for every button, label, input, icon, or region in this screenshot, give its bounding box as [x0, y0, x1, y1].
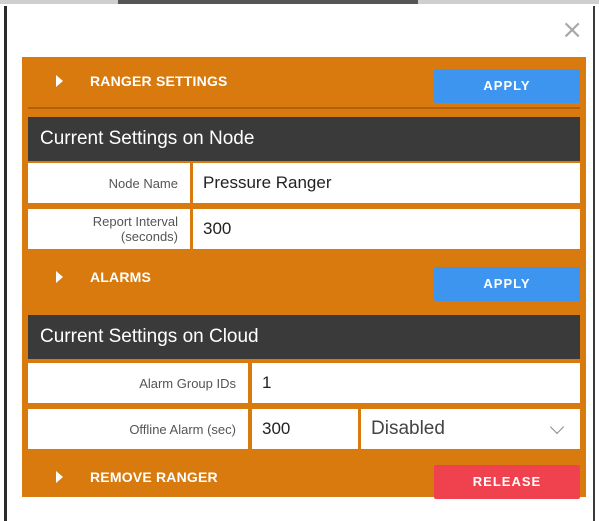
offline-alarm-row: Offline Alarm (sec) 300 Disabled	[28, 409, 580, 453]
alarms-apply-button[interactable]: APPLY	[434, 267, 580, 301]
divider	[28, 107, 580, 109]
node-settings-heading-text: Current Settings on Node	[40, 128, 255, 149]
report-interval-label-line2: (seconds)	[120, 229, 178, 244]
offline-alarm-field[interactable]: 300	[252, 409, 358, 449]
report-interval-field[interactable]: 300	[193, 209, 580, 249]
alarm-group-field[interactable]: 1	[252, 363, 580, 403]
alarms-header[interactable]: ALARMS APPLY	[22, 253, 586, 301]
expand-triangle-icon	[56, 471, 63, 483]
release-button[interactable]: RELEASE	[434, 465, 580, 499]
alarms-title: ALARMS	[90, 269, 152, 285]
remove-ranger-header[interactable]: REMOVE RANGER RELEASE	[22, 453, 586, 501]
cloud-settings-heading: Current Settings on Cloud	[28, 315, 580, 359]
report-interval-label-line1: Report Interval	[92, 214, 178, 229]
node-name-row: Node Name Pressure Ranger	[28, 163, 580, 207]
ranger-settings-apply-button[interactable]: APPLY	[434, 69, 580, 103]
node-name-field[interactable]: Pressure Ranger	[193, 163, 580, 203]
alarm-group-label: Alarm Group IDs	[28, 363, 248, 403]
ranger-settings-header[interactable]: RANGER SETTINGS APPLY	[22, 57, 586, 105]
ranger-settings-title: RANGER SETTINGS	[90, 73, 228, 89]
offline-alarm-select-value: Disabled	[371, 418, 445, 439]
offline-alarm-select[interactable]: Disabled	[361, 409, 580, 449]
node-name-label: Node Name	[28, 163, 190, 203]
offline-alarm-label: Offline Alarm (sec)	[28, 409, 248, 449]
alarm-group-row: Alarm Group IDs 1	[28, 363, 580, 407]
close-icon[interactable]: ×	[561, 17, 583, 43]
expand-triangle-icon	[56, 75, 63, 87]
expand-triangle-icon	[56, 271, 63, 283]
node-settings-heading: Current Settings on Node	[28, 117, 580, 161]
report-interval-row: Report Interval (seconds) 300	[28, 209, 580, 253]
report-interval-label: Report Interval (seconds)	[28, 209, 190, 249]
chevron-down-icon	[549, 419, 565, 435]
remove-ranger-title: REMOVE RANGER	[90, 469, 218, 485]
cloud-settings-heading-text: Current Settings on Cloud	[40, 326, 259, 347]
settings-panel: RANGER SETTINGS APPLY Current Settings o…	[22, 57, 586, 499]
background-strip	[0, 0, 599, 4]
background-strip-dark	[118, 0, 418, 4]
